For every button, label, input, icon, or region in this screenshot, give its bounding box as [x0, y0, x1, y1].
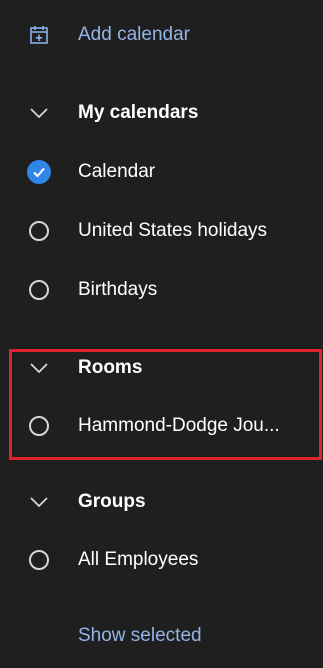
my-calendars-label: My calendars: [78, 102, 199, 123]
calendar-label: Calendar: [78, 161, 156, 182]
chevron-down-icon: [25, 488, 53, 516]
highlight-box: [9, 349, 322, 460]
us-holidays-item[interactable]: United States holidays: [0, 211, 323, 251]
all-employees-label: All Employees: [78, 549, 199, 570]
calendar-add-icon: [25, 21, 53, 49]
groups-header[interactable]: Groups: [0, 482, 323, 522]
chevron-down-icon: [25, 99, 53, 127]
add-calendar-button[interactable]: Add calendar: [0, 15, 323, 55]
radio-circle-icon[interactable]: [25, 217, 53, 245]
calendar-item[interactable]: Calendar: [0, 152, 323, 192]
my-calendars-header[interactable]: My calendars: [0, 93, 323, 133]
birthdays-label: Birthdays: [78, 279, 158, 300]
add-calendar-label: Add calendar: [78, 24, 190, 45]
birthdays-item[interactable]: Birthdays: [0, 270, 323, 310]
radio-circle-icon[interactable]: [25, 546, 53, 574]
show-selected-label: Show selected: [78, 625, 202, 646]
show-selected-link[interactable]: Show selected: [0, 616, 323, 656]
us-holidays-label: United States holidays: [78, 220, 268, 241]
groups-label: Groups: [78, 491, 146, 512]
checkmark-circle-icon[interactable]: [25, 158, 53, 186]
radio-circle-icon[interactable]: [25, 276, 53, 304]
all-employees-item[interactable]: All Employees: [0, 540, 323, 580]
